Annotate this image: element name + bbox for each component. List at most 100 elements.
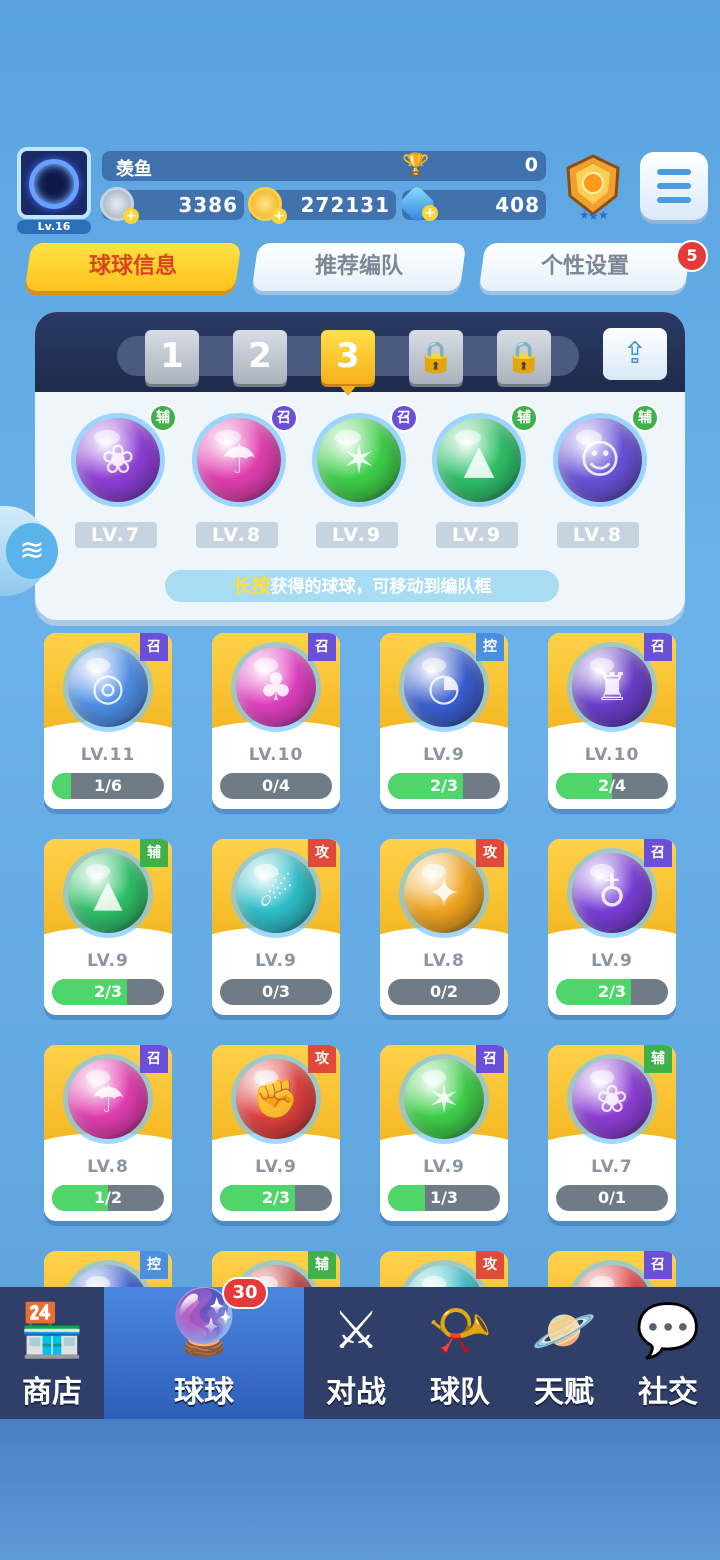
nav-item-6[interactable]: 💬 社交 [616,1287,720,1419]
ball-card[interactable]: ♁ 召 LV.9 2/3 [548,839,676,1015]
tab-label: 球球信息 [88,254,177,279]
ball-orb-icon: ♜ [572,647,652,727]
ball-glyph: ☺ [579,437,621,483]
nav-item-3[interactable]: ⚔ 对战 [304,1287,408,1419]
rank-emblem-icon[interactable]: ★★ ★ [558,152,628,222]
add-icon: + [123,208,139,224]
hint-highlight: 长按 [232,575,271,597]
role-tag: 攻 [308,839,336,867]
ball-level: LV.9 [436,522,518,548]
ball-glyph: ✶ [428,1077,460,1121]
progress-text: 1/2 [93,1188,123,1207]
ball-card[interactable]: ❀ 辅 LV.7 0/1 [548,1045,676,1221]
ball-glyph: ♁ [598,871,626,915]
tab-ball-info[interactable]: 球球信息 [24,243,242,291]
ball-glyph: ❀ [101,437,135,483]
ball-glyph: ◔ [427,665,461,709]
nav-label: 天赋 [534,1375,594,1410]
nav-item-1[interactable]: 🏪 商店 [0,1287,104,1419]
lock-icon: 🔒 [417,340,455,375]
role-tag: 攻 [476,1251,504,1279]
ball-orb-icon: ☄ [236,853,316,933]
whistle-icon: 📯 [427,1301,493,1361]
player-name: 羡鱼 [116,159,152,180]
progress-text: 2/3 [597,982,627,1001]
card-level: LV.7 [591,1157,633,1177]
progress-text: 1/6 [93,776,123,795]
footer-area [0,1419,720,1560]
share-button[interactable]: ⇪ [603,328,667,380]
crossed-swords-icon: ⚔ [332,1301,380,1361]
gold-currency[interactable]: + 272131 [248,187,396,224]
ball-orb-icon: ☂ [197,418,281,502]
menu-button[interactable] [640,152,708,220]
ball-card[interactable]: ♜ 召 LV.10 2/4 [548,633,676,809]
role-tag: 召 [644,839,672,867]
ball-card[interactable]: ✊ 攻 LV.9 2/3 [212,1045,340,1221]
ball-glyph: ◎ [91,665,125,709]
role-tag: 召 [270,404,298,432]
card-level: LV.10 [248,745,304,765]
lineup-panel: 1 2 3 🔒 🔒 ⇪ ❀ 辅 LV.7 ☂ 召 LV.8 ✶ 召 LV.9 ▲ 辅 LV.9 ☺ 辅 LV… [35,312,685,620]
role-tag: 辅 [140,839,168,867]
card-progress-bar: 2/4 [556,773,668,799]
ball-orb-icon: ▲ [68,853,148,933]
add-icon: + [271,208,287,224]
role-tag: 攻 [308,1045,336,1073]
gem-value: 408 [495,193,540,217]
lineup-slot-2[interactable]: 2 [233,330,287,384]
role-tag: 召 [308,633,336,661]
ball-card[interactable]: ◎ 召 LV.11 1/6 [44,633,172,809]
ball-orb-icon: ☺ [558,418,642,502]
card-level: LV.9 [423,745,465,765]
ball-orb-icon: ♁ [572,853,652,933]
ball-orb-icon: ✊ [236,1059,316,1139]
ball-card[interactable]: ▲ 辅 LV.9 2/3 [44,839,172,1015]
player-avatar[interactable] [17,147,91,219]
ball-card[interactable]: ☂ 召 LV.8 1/2 [44,1045,172,1221]
ball-level: LV.9 [316,522,398,548]
ball-card[interactable]: ☄ 攻 LV.9 0/3 [212,839,340,1015]
gold-coin-icon: + [248,187,287,224]
progress-text: 2/3 [429,776,459,795]
lineup-slot-1[interactable]: 1 [145,330,199,384]
ball-glyph: ❀ [596,1077,628,1121]
ball-glyph: ☂ [221,437,257,483]
ball-orb-icon: ✦ [404,853,484,933]
tab-recommended-lineup[interactable]: 推荐编队 [251,243,467,291]
ball-card[interactable]: ✦ 攻 LV.8 0/2 [380,839,508,1015]
ball-card[interactable]: ◔ 控 LV.9 2/3 [380,633,508,809]
ball-card[interactable]: ♣ 召 LV.10 0/4 [212,633,340,809]
ball-glyph: ☄ [258,871,294,915]
card-progress-bar: 1/2 [52,1185,164,1211]
lineup-slot-3[interactable]: 3 [321,330,375,396]
lineup-slot-locked[interactable]: 🔒 [497,330,551,384]
card-level: LV.10 [584,745,640,765]
card-level: LV.9 [423,1157,465,1177]
gold-value: 272131 [300,193,390,217]
card-level: LV.9 [87,951,129,971]
ball-glyph: ✊ [252,1077,300,1121]
role-tag: 召 [140,1045,168,1073]
card-level: LV.8 [423,951,465,971]
tab-personal-settings[interactable]: 个性设置 [478,243,692,291]
ball-orb-icon: ❀ [76,418,160,502]
card-level: LV.9 [255,951,297,971]
tab-label: 个性设置 [540,254,629,279]
role-tag: 辅 [631,404,659,432]
silver-value: 3386 [178,193,238,217]
silver-currency[interactable]: + 3386 [100,187,244,224]
ball-glyph: ▲ [463,437,495,483]
progress-text: 0/1 [597,1188,627,1207]
card-progress-bar: 0/1 [556,1185,668,1211]
nav-item-5[interactable]: 🪐 天赋 [512,1287,616,1419]
share-icon: ⇪ [622,336,648,371]
ball-card[interactable]: ✶ 召 LV.9 1/3 [380,1045,508,1221]
gem-currency[interactable]: + 408 [397,184,546,224]
progress-text: 0/2 [429,982,459,1001]
nav-item-4[interactable]: 📯 球队 [408,1287,512,1419]
card-level: LV.9 [591,951,633,971]
lineup-slot-locked[interactable]: 🔒 [409,330,463,384]
nav-label: 商店 [22,1375,82,1410]
nav-item-2[interactable]: 🔮 球球 30 [104,1277,304,1419]
